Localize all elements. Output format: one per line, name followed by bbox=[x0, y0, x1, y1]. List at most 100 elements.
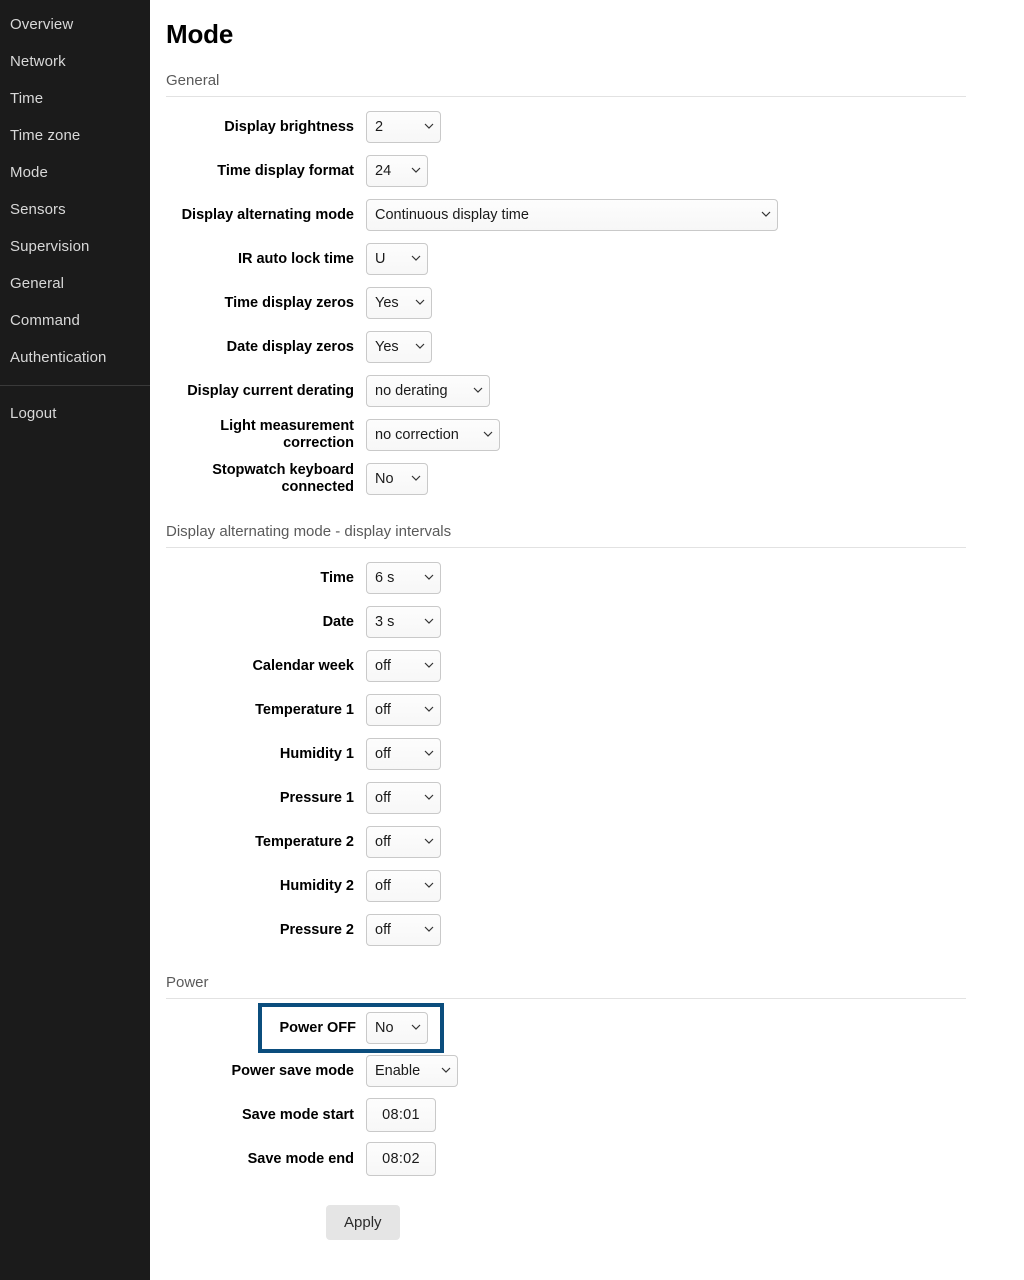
time-display-format-select[interactable]: 24 bbox=[366, 155, 428, 187]
chevron-down-icon bbox=[411, 473, 421, 483]
chevron-down-icon bbox=[424, 572, 434, 582]
field-power-save-mode: Power save mode Enable bbox=[150, 1049, 1024, 1093]
sidebar-item-overview[interactable]: Overview bbox=[0, 6, 150, 43]
stopwatch-keyboard-connected-select[interactable]: No bbox=[366, 463, 428, 495]
field-light-measurement-correction: Light measurement correction no correcti… bbox=[150, 413, 1024, 457]
field-time-display-zeros: Time display zeros Yes bbox=[150, 281, 1024, 325]
display-brightness-select[interactable]: 2 bbox=[366, 111, 441, 143]
select-value: off bbox=[375, 658, 391, 674]
select-value: 6 s bbox=[375, 570, 395, 586]
select-value: off bbox=[375, 922, 391, 938]
field-time-display-format: Time display format 24 bbox=[150, 149, 1024, 193]
chevron-down-icon bbox=[473, 385, 483, 395]
sidebar-item-label: General bbox=[10, 275, 65, 292]
form-section-power: Power OFF No Power save mode Enable Save… bbox=[150, 1003, 1024, 1181]
select-value: U bbox=[375, 251, 386, 267]
interval-date-select[interactable]: 3 s bbox=[366, 606, 441, 638]
chevron-down-icon bbox=[411, 1022, 421, 1032]
display-current-derating-select[interactable]: no derating bbox=[366, 375, 490, 407]
sidebar-item-label: Sensors bbox=[10, 201, 66, 218]
field-label: Save mode end bbox=[247, 1150, 354, 1167]
sidebar-item-time[interactable]: Time bbox=[0, 80, 150, 117]
page-title: Mode bbox=[166, 19, 234, 49]
power-save-mode-select[interactable]: Enable bbox=[366, 1055, 458, 1087]
app-root: Overview Network Time Time zone Mode Sen… bbox=[0, 0, 1024, 1280]
date-display-zeros-select[interactable]: Yes bbox=[366, 331, 432, 363]
interval-calendar-week-select[interactable]: off bbox=[366, 650, 441, 682]
sidebar-item-command[interactable]: Command bbox=[0, 302, 150, 339]
interval-pressure-2-select[interactable]: off bbox=[366, 914, 441, 946]
sidebar-item-time-zone[interactable]: Time zone bbox=[0, 117, 150, 154]
select-value: off bbox=[375, 834, 391, 850]
interval-humidity-2-select[interactable]: off bbox=[366, 870, 441, 902]
sidebar-item-label: Time bbox=[10, 90, 44, 107]
select-value: Continuous display time bbox=[375, 207, 529, 223]
apply-button-wrapper: Apply bbox=[326, 1205, 1024, 1240]
light-measurement-correction-select[interactable]: no correction bbox=[366, 419, 500, 451]
chevron-down-icon bbox=[424, 121, 434, 131]
field-label: Temperature 1 bbox=[255, 701, 354, 718]
field-label: Save mode start bbox=[241, 1106, 354, 1123]
power-off-select[interactable]: No bbox=[366, 1012, 428, 1044]
interval-pressure-1-select[interactable]: off bbox=[366, 782, 441, 814]
field-interval-temperature-1: Temperature 1 off bbox=[150, 688, 1024, 732]
sidebar-item-label: Time zone bbox=[10, 127, 81, 144]
chevron-down-icon bbox=[415, 297, 425, 307]
select-value: 24 bbox=[375, 163, 392, 179]
field-interval-date: Date 3 s bbox=[150, 600, 1024, 644]
chevron-down-icon bbox=[424, 880, 434, 890]
chevron-down-icon bbox=[424, 924, 434, 934]
sidebar-item-network[interactable]: Network bbox=[0, 43, 150, 80]
sidebar-item-authentication[interactable]: Authentication bbox=[0, 339, 150, 376]
field-label: Display brightness bbox=[224, 118, 354, 135]
select-value: off bbox=[375, 702, 391, 718]
save-mode-start-input[interactable]: 08:01 bbox=[366, 1098, 436, 1132]
chevron-down-icon bbox=[761, 209, 771, 219]
sidebar-item-logout[interactable]: Logout bbox=[0, 395, 150, 432]
content-area: Mode General Display brightness 2 Time d… bbox=[150, 0, 1024, 1280]
field-label: Display current derating bbox=[187, 382, 354, 399]
field-label: Date bbox=[322, 613, 354, 630]
section-heading-general: General bbox=[166, 72, 966, 97]
select-value: off bbox=[375, 878, 391, 894]
interval-temperature-1-select[interactable]: off bbox=[366, 694, 441, 726]
sidebar-item-label: Overview bbox=[10, 16, 74, 33]
time-display-zeros-select[interactable]: Yes bbox=[366, 287, 432, 319]
field-label: Time display zeros bbox=[224, 294, 354, 311]
field-date-display-zeros: Date display zeros Yes bbox=[150, 325, 1024, 369]
field-label: Calendar week bbox=[252, 657, 354, 674]
field-save-mode-start: Save mode start 08:01 bbox=[150, 1093, 1024, 1137]
field-label: Pressure 1 bbox=[279, 789, 354, 806]
sidebar-item-supervision[interactable]: Supervision bbox=[0, 228, 150, 265]
ir-auto-lock-time-select[interactable]: U bbox=[366, 243, 428, 275]
display-alternating-mode-select[interactable]: Continuous display time bbox=[366, 199, 778, 231]
field-label: Time bbox=[320, 569, 354, 586]
field-display-alternating-mode: Display alternating mode Continuous disp… bbox=[150, 193, 1024, 237]
field-label: Power save mode bbox=[231, 1062, 355, 1079]
sidebar-item-mode[interactable]: Mode bbox=[0, 154, 150, 191]
field-interval-humidity-2: Humidity 2 off bbox=[150, 864, 1024, 908]
interval-temperature-2-select[interactable]: off bbox=[366, 826, 441, 858]
field-power-off[interactable]: Power OFF No bbox=[258, 1003, 444, 1053]
chevron-down-icon bbox=[441, 1065, 451, 1075]
chevron-down-icon bbox=[424, 660, 434, 670]
save-mode-end-input[interactable]: 08:02 bbox=[366, 1142, 436, 1176]
field-stopwatch-keyboard-connected: Stopwatch keyboard connected No bbox=[150, 457, 1024, 501]
chevron-down-icon bbox=[424, 616, 434, 626]
sidebar-item-label: Mode bbox=[10, 164, 48, 181]
sidebar-item-label: Authentication bbox=[10, 349, 107, 366]
interval-time-select[interactable]: 6 s bbox=[366, 562, 441, 594]
chevron-down-icon bbox=[424, 836, 434, 846]
sidebar-item-label: Logout bbox=[10, 405, 57, 422]
apply-button[interactable]: Apply bbox=[326, 1205, 400, 1240]
sidebar-item-general[interactable]: General bbox=[0, 265, 150, 302]
sidebar-item-sensors[interactable]: Sensors bbox=[0, 191, 150, 228]
interval-humidity-1-select[interactable]: off bbox=[366, 738, 441, 770]
field-ir-auto-lock-time: IR auto lock time U bbox=[150, 237, 1024, 281]
form-section-intervals: Time 6 s Date 3 s Calendar week off Temp… bbox=[150, 556, 1024, 952]
select-value: off bbox=[375, 790, 391, 806]
field-display-brightness: Display brightness 2 bbox=[150, 105, 1024, 149]
section-heading-power: Power bbox=[166, 974, 966, 999]
select-value: 3 s bbox=[375, 614, 395, 630]
chevron-down-icon bbox=[411, 165, 421, 175]
